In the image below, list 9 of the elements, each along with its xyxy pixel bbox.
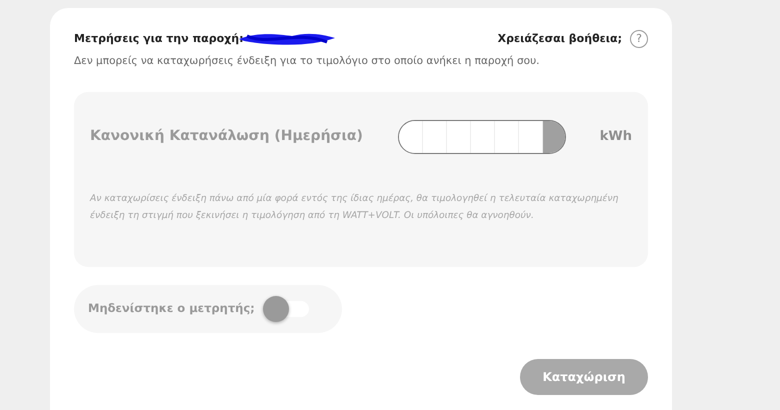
info-note: Αν καταχωρίσεις ένδειξη πάνω από μία φορά εντός της ίδιας ημέρας, θα τιμολογηθεί η τελευταία καταχωρημένη ένδειξη τη στιγμή που ξεκινήσει η τιμολόγηση από τη WATT+VOLT. Οι υπόλοιπες θα αγνοηθούν. bbox=[90, 192, 620, 224]
section-title: Μετρήσεις για την παροχή: bbox=[74, 30, 244, 47]
help-link[interactable]: Χρειάζεσαι βοήθεια; bbox=[498, 30, 622, 48]
help-icon[interactable]: ? bbox=[630, 30, 648, 48]
reset-toggle[interactable] bbox=[262, 296, 311, 322]
reading-label: Κανονική Κατανάλωση (Ημερήσια) bbox=[90, 127, 364, 146]
unit-label: kWh bbox=[600, 128, 632, 146]
toggle-label: Μηδενίστηκε ο μετρητής; bbox=[88, 300, 255, 318]
notice-text: Δεν μπορείς να καταχωρήσεις ένδειξη για το τιμολόγιο στο οποίο ανήκει η παροχή σου. bbox=[74, 54, 541, 69]
